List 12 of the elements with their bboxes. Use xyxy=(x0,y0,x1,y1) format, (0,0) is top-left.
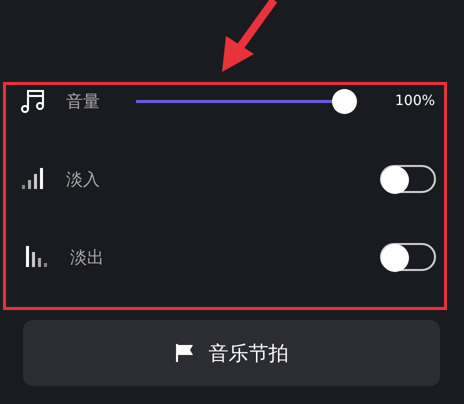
volume-reading: 100% xyxy=(395,93,436,109)
music-beat-button[interactable]: 音乐节拍 xyxy=(23,320,440,386)
slider-thumb[interactable] xyxy=(332,88,357,114)
setting-label: 音量 xyxy=(66,90,101,112)
toggle-switch[interactable] xyxy=(380,243,436,271)
toggle-switch[interactable] xyxy=(380,165,436,193)
setting-label: 淡出 xyxy=(70,246,105,268)
rising-bars-icon xyxy=(22,168,44,190)
setting-label: 淡入 xyxy=(66,168,101,190)
falling-bars-icon xyxy=(26,246,48,268)
flag-icon xyxy=(174,343,194,363)
music-note-icon xyxy=(21,88,45,114)
